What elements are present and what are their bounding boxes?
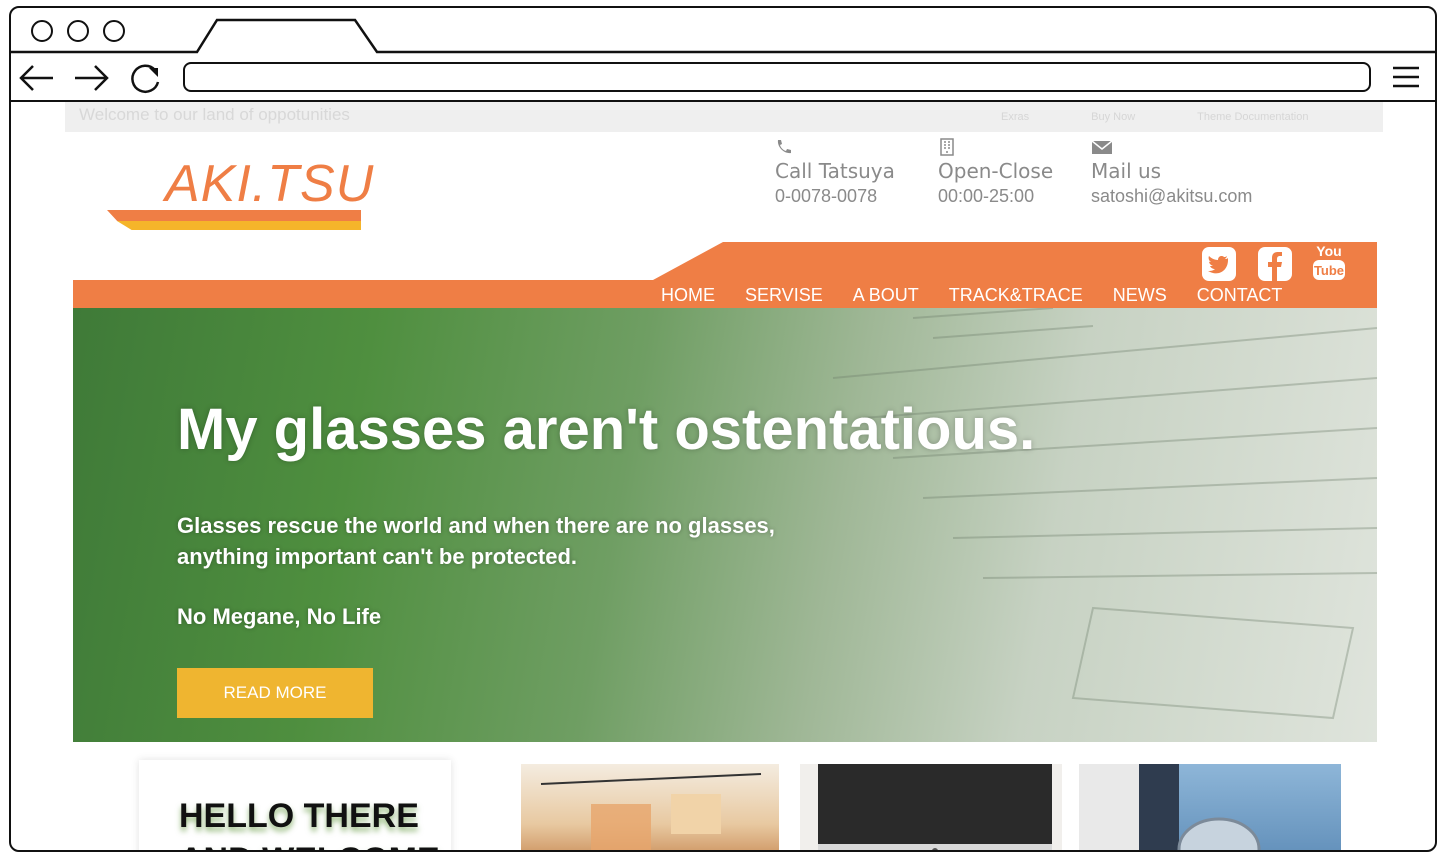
nav-item-home[interactable]: HOME bbox=[661, 285, 715, 306]
window-controls bbox=[31, 20, 125, 42]
top-links: Exras Buy Now Theme Documentation bbox=[1001, 111, 1308, 123]
office-image bbox=[540, 773, 762, 850]
contact-call-value: 0-0078-0078 bbox=[775, 186, 878, 206]
logo-stripe-orange bbox=[107, 210, 361, 221]
top-info-bar: Welcome to our land of oppotunities Exra… bbox=[65, 102, 1383, 132]
nav-item-news[interactable]: NEWS bbox=[1113, 285, 1167, 306]
contact-mail-value[interactable]: satoshi@akitsu.com bbox=[1091, 184, 1252, 208]
svg-text:Tube: Tube bbox=[1314, 263, 1344, 278]
hamburger-menu-icon[interactable] bbox=[1391, 66, 1421, 88]
youtube-icon[interactable]: You Tube bbox=[1311, 242, 1347, 282]
main-navbar: HOME SERVISE A BOUT TRACK&TRACE NEWS CON… bbox=[73, 242, 1377, 308]
laptop-keyboard-illustration bbox=[832, 308, 1377, 720]
hero-subtext-line-2: anything important can't be protected. bbox=[177, 544, 578, 569]
nav-item-service[interactable]: SERVISE bbox=[745, 285, 823, 306]
nav-item-track-trace[interactable]: TRACK&TRACE bbox=[949, 285, 1083, 306]
top-link-extras[interactable]: Exras bbox=[1001, 111, 1029, 123]
maximize-window-button[interactable] bbox=[103, 20, 125, 42]
welcome-text: Welcome to our land of oppotunities bbox=[79, 105, 350, 124]
page-viewport: Welcome to our land of oppotunities Exra… bbox=[11, 102, 1435, 850]
building-icon bbox=[940, 138, 954, 156]
logo-stripe-yellow bbox=[117, 221, 361, 230]
hero-subtext: Glasses rescue the world and when there … bbox=[177, 510, 775, 572]
computer-image bbox=[818, 764, 1052, 850]
reload-icon[interactable] bbox=[125, 60, 165, 96]
site-logo[interactable]: AKI.TSU bbox=[107, 154, 373, 234]
browser-tab[interactable] bbox=[11, 8, 1437, 58]
read-more-button[interactable]: READ MORE bbox=[177, 668, 373, 718]
top-link-buy-now[interactable]: Buy Now bbox=[1091, 111, 1135, 123]
contact-hours: Open-Close 00:00-25:00 bbox=[938, 138, 1053, 208]
contact-call: Call Tatsuya 0-0078-0078 bbox=[775, 138, 895, 208]
svg-text:You: You bbox=[1316, 243, 1341, 259]
twitter-icon[interactable] bbox=[1201, 246, 1237, 282]
thumbnail-buildings[interactable] bbox=[1079, 764, 1341, 850]
contact-call-label: Call Tatsuya bbox=[775, 159, 895, 183]
close-window-button[interactable] bbox=[31, 20, 53, 42]
hero-subtext-line-1: Glasses rescue the world and when there … bbox=[177, 513, 775, 538]
browser-toolbar bbox=[11, 54, 1435, 102]
hero-headline: My glasses aren't ostentatious. bbox=[177, 397, 1036, 462]
buildings-image bbox=[1079, 764, 1261, 850]
contact-mail: Mail us satoshi@akitsu.com bbox=[1091, 138, 1252, 208]
top-link-theme-docs[interactable]: Theme Documentation bbox=[1197, 111, 1308, 123]
envelope-icon bbox=[1091, 140, 1113, 154]
nav-menu: HOME SERVISE A BOUT TRACK&TRACE NEWS CON… bbox=[661, 285, 1282, 306]
hero-tagline: No Megane, No Life bbox=[177, 604, 382, 629]
thumbnail-office[interactable] bbox=[521, 764, 779, 850]
thumbnail-computer[interactable] bbox=[800, 764, 1062, 850]
contact-hours-value: 00:00-25:00 bbox=[938, 186, 1035, 206]
address-bar[interactable] bbox=[183, 62, 1371, 92]
logo-text: AKI.TSU bbox=[165, 155, 375, 213]
back-arrow-icon[interactable] bbox=[17, 60, 57, 96]
minimize-window-button[interactable] bbox=[67, 20, 89, 42]
facebook-icon[interactable] bbox=[1257, 246, 1293, 282]
nav-item-contact[interactable]: CONTACT bbox=[1197, 285, 1283, 306]
forward-arrow-icon[interactable] bbox=[71, 60, 111, 96]
welcome-card: HELLO THERE AND WELCOME bbox=[139, 760, 451, 850]
phone-icon bbox=[777, 140, 791, 154]
browser-window: Welcome to our land of oppotunities Exra… bbox=[9, 6, 1437, 852]
nav-item-about[interactable]: A BOUT bbox=[853, 285, 919, 306]
contact-mail-label: Mail us bbox=[1091, 159, 1162, 183]
hero-banner: My glasses aren't ostentatious. Glasses … bbox=[73, 308, 1377, 742]
welcome-card-title: HELLO THERE AND WELCOME bbox=[179, 797, 440, 850]
contact-hours-label: Open-Close bbox=[938, 159, 1054, 183]
